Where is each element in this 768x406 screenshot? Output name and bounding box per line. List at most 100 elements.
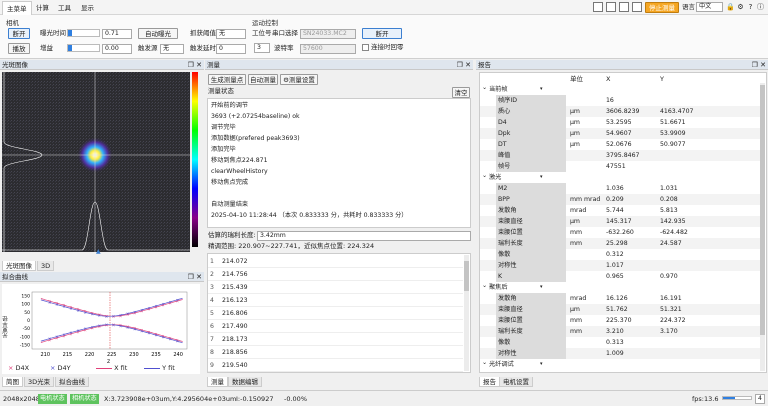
exposure-slider[interactable] — [67, 29, 100, 37]
export-icon[interactable] — [606, 2, 616, 12]
menu-tools[interactable]: 工具 — [54, 1, 75, 15]
report-title: 报告 — [478, 61, 491, 69]
tab-sketch[interactable]: 简图 — [2, 377, 23, 387]
report-float-close-icon[interactable]: ❐ ✕ — [752, 60, 766, 70]
row-x: 47551 — [606, 163, 626, 170]
chevron-down-icon[interactable]: ⌄ — [482, 82, 487, 93]
panel-float-close-icon[interactable]: ❐ ✕ — [188, 60, 202, 70]
exposure-input[interactable]: 0.71 — [102, 29, 132, 39]
report-row: 帧序ID 16 — [480, 95, 760, 106]
report-section[interactable]: ⌄ 当前帧 ▾ — [480, 84, 760, 95]
clear-log-button[interactable]: 清空 — [452, 87, 470, 98]
stop-measure-button[interactable]: 停止测量 — [645, 2, 679, 13]
table-row[interactable]: 8 218.856 — [208, 346, 463, 359]
data-point: × — [69, 306, 72, 311]
rayleigh-input[interactable]: 3.42mm — [257, 231, 471, 241]
menu-calc[interactable]: 计算 — [32, 1, 53, 15]
report-scrollbar[interactable] — [760, 83, 765, 371]
report-row: 束腰位置 mm -632.260 -624.482 — [480, 227, 760, 238]
data-point: × — [83, 310, 86, 315]
expand-icon[interactable]: ▾ — [540, 282, 543, 293]
table-row[interactable]: 6 217.490 — [208, 320, 463, 333]
table-row[interactable]: 3 215.439 — [208, 281, 463, 294]
data-point: × — [55, 302, 58, 307]
tab-data-edit[interactable]: 数据编辑 — [228, 377, 262, 387]
baud-select[interactable]: 57600 — [300, 44, 356, 54]
table-row[interactable]: 5 216.806 — [208, 307, 463, 320]
tab-motor-settings[interactable]: 电机设置 — [499, 377, 533, 387]
log-line: 添加完毕 — [211, 146, 236, 153]
row-name: 束腰位置 — [498, 229, 523, 236]
serial-select[interactable]: SN24033.MC2 — [300, 29, 356, 39]
fps-slider[interactable] — [722, 396, 752, 400]
row-y: 51.6671 — [660, 119, 686, 126]
trigger-delay-input[interactable]: 0 — [216, 44, 246, 54]
chevron-down-icon[interactable]: ⌄ — [482, 170, 487, 181]
data-point: × — [48, 336, 51, 341]
report-icon[interactable] — [619, 2, 629, 12]
expand-icon[interactable]: ▾ — [540, 359, 543, 370]
station-select[interactable]: 3 — [254, 43, 270, 53]
row-x: 51.762 — [606, 306, 628, 313]
reconnect-checkbox[interactable] — [362, 44, 369, 51]
chevron-down-icon[interactable]: ⌄ — [482, 357, 487, 368]
gear-icon[interactable]: ⚙ — [736, 2, 745, 12]
generate-points-button[interactable]: 生成测量点 — [208, 74, 246, 85]
disconnect-camera-button[interactable]: 断开 — [8, 28, 30, 39]
fit-float-close-icon[interactable]: ❐ ✕ — [188, 272, 202, 282]
expand-icon[interactable]: ▾ — [540, 172, 543, 183]
measure-settings-button[interactable]: ⚙测量设置 — [280, 74, 318, 85]
tab-fit-curve[interactable]: 拟合曲线 — [55, 377, 89, 387]
camera-icon[interactable] — [632, 2, 642, 12]
row-y: 0.970 — [660, 273, 678, 280]
report-section[interactable]: ⌄ 光纤调试 ▾ — [480, 359, 760, 370]
tab-3d-beam[interactable]: 3D光束 — [24, 377, 55, 387]
table-row[interactable]: 2 214.756 — [208, 268, 463, 281]
legend-xfit: X fit — [96, 363, 127, 373]
table-row[interactable]: 7 218.173 — [208, 333, 463, 346]
auto-exposure-button[interactable]: 自动曝光 — [138, 28, 178, 39]
measure-scrollbar[interactable] — [464, 255, 469, 371]
row-index: 9 — [210, 362, 214, 369]
info-icon[interactable]: ⓘ — [756, 2, 765, 12]
row-x: 3606.8239 — [606, 108, 640, 115]
tab-report[interactable]: 报告 — [479, 377, 500, 387]
menu-main[interactable]: 主菜单 — [2, 1, 32, 15]
gain-input[interactable]: 0.00 — [102, 44, 132, 54]
playback-button[interactable]: 播放 — [8, 43, 30, 54]
gain-slider[interactable] — [67, 44, 100, 52]
capture-threshold-select[interactable]: 无 — [216, 29, 246, 39]
chevron-down-icon[interactable]: ⌄ — [482, 280, 487, 291]
trigger-source-select[interactable]: 无 — [160, 44, 184, 54]
fps-counter[interactable]: 4 — [755, 394, 765, 404]
expand-icon[interactable]: ▾ — [540, 84, 543, 95]
help-icon[interactable]: ? — [746, 2, 755, 12]
collapse-arrow-icon[interactable]: ▲ — [96, 248, 101, 255]
language-select[interactable]: 中文 — [696, 2, 723, 12]
table-row[interactable]: 9 219.540 — [208, 359, 463, 372]
save-icon[interactable] — [593, 2, 603, 12]
row-unit: μm — [570, 141, 580, 148]
lock-icon[interactable]: 🔒 — [726, 2, 735, 12]
report-section[interactable]: ⌄ 聚焦后 ▾ — [480, 282, 760, 293]
row-name: 束腰位置 — [498, 317, 523, 324]
row-position: 216.806 — [222, 310, 248, 317]
data-point: × — [98, 323, 101, 328]
row-position: 215.439 — [222, 284, 248, 291]
measure-float-close-icon[interactable]: ❐ ✕ — [457, 60, 471, 70]
row-unit: mm — [570, 229, 583, 236]
tab-3d[interactable]: 3D — [37, 261, 55, 271]
table-row[interactable]: 4 216.123 — [208, 294, 463, 307]
auto-measure-button[interactable]: 自动测量 — [248, 74, 278, 85]
ribbon: 相机 断开 播放 曝光时间 0.71 增益 0.00 自动曝光 触发源 无 抓获… — [0, 15, 768, 59]
disconnect-motion-button[interactable]: 断开 — [362, 28, 402, 39]
tab-measure[interactable]: 测量 — [207, 377, 228, 387]
report-section[interactable]: ⌄ 激光 ▾ — [480, 172, 760, 183]
data-point: × — [83, 326, 86, 331]
tab-beam-image[interactable]: 光斑图像 — [2, 261, 36, 271]
beam-image-view[interactable] — [2, 72, 190, 252]
capture-threshold-label: 抓获阈值 — [190, 29, 216, 37]
table-row[interactable]: 1 214.072 — [208, 255, 463, 268]
menu-display[interactable]: 显示 — [77, 1, 98, 15]
row-name: 质心 — [498, 108, 511, 115]
